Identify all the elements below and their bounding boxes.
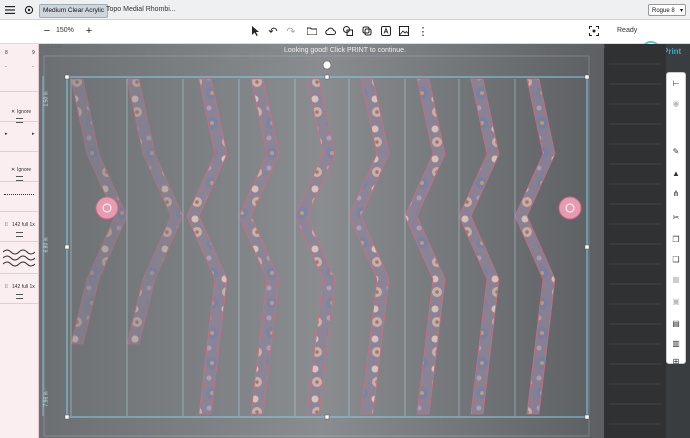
minus-icon[interactable]: - (32, 64, 34, 70)
canvas-artwork (39, 44, 666, 438)
panel-row[interactable] (0, 242, 38, 274)
drag-handle-icon[interactable] (16, 176, 23, 181)
offset-icon[interactable] (361, 25, 373, 37)
dotted-line-preview (4, 194, 34, 195)
close-icon[interactable]: ✕ (11, 167, 15, 173)
redo-icon[interactable]: ↷ (285, 25, 297, 38)
duplicate-icon[interactable]: ❏ (667, 253, 685, 265)
more-options-icon[interactable]: ⋮ (418, 25, 429, 38)
wave-pattern-preview (3, 249, 35, 267)
cursor-icon[interactable] (250, 25, 262, 37)
text-icon[interactable] (380, 25, 392, 37)
arrow-icon[interactable]: ▸ (5, 131, 8, 137)
zoom-in-button[interactable]: + (84, 25, 94, 37)
panel-row-label: 142 full 1x (12, 284, 35, 290)
folder-icon[interactable] (306, 25, 318, 37)
status-ready: Ready (617, 27, 638, 34)
arrow-icon[interactable]: ▸ (32, 131, 35, 137)
panel-row[interactable]: ▸ ▸ (0, 122, 38, 152)
camera-focus-icon[interactable] (588, 25, 600, 37)
status-message: Looking good! Click PRINT to continue. (283, 47, 407, 54)
panel-row[interactable]: ✕ Ignore (0, 152, 38, 182)
panel-row[interactable] (0, 182, 38, 212)
visibility-icon[interactable]: ◉ (667, 97, 685, 109)
fill-icon: ⁞⁞ (5, 284, 8, 290)
registration-mark-right (558, 196, 582, 220)
ruler-left-bottom-label: 7.96 in (43, 391, 50, 407)
ruler-icon[interactable]: ✎ (667, 145, 685, 157)
layers-icon[interactable]: ▣ (667, 295, 685, 307)
copy-icon[interactable]: ❐ (667, 233, 685, 245)
machine-select[interactable]: Rogue 8 ▾ (648, 4, 686, 16)
drag-handle-icon[interactable] (16, 232, 23, 237)
project-title: Topo Medial Rhombi... (106, 6, 176, 13)
node-icon[interactable]: ⋔ (667, 187, 685, 199)
close-icon[interactable]: ✕ (11, 109, 15, 115)
registration-mark-left (95, 196, 119, 220)
grid-array-icon[interactable]: ▥ (667, 337, 685, 349)
ruler-left-mid-label: 6.80 in (43, 237, 50, 253)
design-canvas[interactable]: 6.13 in 10.13 in 1.50 in 6.80 in 7.96 in (39, 44, 666, 438)
panel-row-label: Ignore (17, 109, 32, 115)
edit-toolbar: − 150% + ↶ ↷ ⋮ Ready Print (0, 20, 690, 61)
minus-icon[interactable]: - (5, 64, 7, 70)
zoom-level[interactable]: 150% (56, 27, 74, 34)
terrain-icon[interactable]: ▲ (667, 167, 685, 179)
align-icon[interactable]: ⊢ (667, 77, 685, 89)
panel-row[interactable]: ✕ Ignore (0, 92, 38, 123)
machine-select-value: Rogue 8 (652, 8, 675, 14)
array-icon[interactable]: ▤ (667, 317, 685, 329)
chevron-down-icon: ▾ (679, 8, 683, 14)
ruler-left-top-label: 1.50 in (43, 91, 50, 107)
layers-panel: 8 9 - - ✕ Ignore ▸ ▸ ✕ Ignore ⁞⁞ 142 ful… (0, 44, 39, 438)
material-tag[interactable]: Medium Clear Acrylic (39, 4, 109, 18)
grid-icon[interactable]: ▦ (667, 273, 685, 285)
cloud-upload-icon[interactable] (324, 25, 336, 37)
image-icon[interactable] (398, 25, 410, 37)
undo-icon[interactable]: ↶ (267, 25, 279, 38)
cut-icon[interactable]: ✂ (667, 211, 685, 223)
mirror-icon[interactable]: ⊞ (667, 355, 685, 367)
zoom-out-button[interactable]: − (42, 25, 52, 37)
menu-icon[interactable] (4, 4, 16, 16)
panel-row-label: Ignore (17, 167, 32, 173)
shapes-icon[interactable] (342, 25, 354, 37)
drag-handle-icon[interactable] (16, 294, 23, 299)
settings-icon[interactable] (23, 4, 35, 16)
panel-row[interactable]: ⁞⁞ 142 full 1x (0, 274, 38, 304)
right-tool-bar: ⊢ ◉ ✎ ▲ ⋔ ✂ ❐ ❏ ▦ ▣ ▤ ▥ ⊞ (666, 72, 686, 367)
fill-icon: ⁞⁞ (5, 222, 8, 228)
panel-row-label: 142 full 1x (12, 222, 35, 228)
panel-row[interactable]: ⁞⁞ 142 full 1x (0, 212, 38, 242)
app-top-bar: Medium Clear Acrylic Topo Medial Rhombi.… (0, 0, 690, 20)
